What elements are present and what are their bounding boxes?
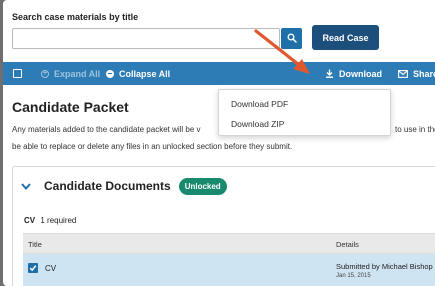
column-header-details: Details bbox=[336, 240, 359, 249]
search-icon bbox=[287, 31, 297, 46]
envelope-icon bbox=[398, 69, 408, 78]
check-icon bbox=[29, 265, 37, 272]
search-label: Search case materials by title bbox=[12, 12, 139, 22]
requirement-label: CV 1 required bbox=[24, 216, 76, 225]
expand-all-button[interactable]: Expand All bbox=[41, 62, 100, 85]
search-input[interactable] bbox=[12, 28, 280, 49]
description-line-1: Any materials added to the candidate pac… bbox=[12, 125, 201, 134]
share-button[interactable]: Share bbox=[398, 62, 435, 85]
download-icon bbox=[325, 69, 334, 78]
row-date: Jan 15, 2015 bbox=[336, 273, 371, 279]
description-tail: to use in the bbox=[395, 125, 435, 134]
menu-item-download-zip[interactable]: Download ZIP bbox=[231, 119, 284, 129]
minus-circle-icon bbox=[106, 69, 114, 78]
toolbar: Expand All Collapse All Download bbox=[3, 62, 435, 85]
column-header-title: Title bbox=[28, 240, 42, 249]
plus-circle-icon bbox=[41, 69, 49, 78]
select-all-checkbox[interactable] bbox=[13, 69, 22, 78]
row-checkbox[interactable] bbox=[28, 263, 38, 273]
description-line-2: be able to replace or delete any files i… bbox=[12, 142, 293, 151]
app-frame: Search case materials by title Read Case… bbox=[3, 0, 435, 286]
requirement-count: 1 required bbox=[40, 216, 77, 225]
download-dropdown-menu: Download PDF Download ZIP bbox=[218, 89, 391, 136]
requirement-name: CV bbox=[24, 216, 36, 225]
table-header: Title Details bbox=[23, 233, 435, 254]
row-title[interactable]: CV bbox=[45, 264, 56, 273]
menu-item-download-pdf[interactable]: Download PDF bbox=[231, 99, 288, 109]
expand-all-label: Expand All bbox=[54, 68, 101, 79]
row-details: Submitted by Michael Bishop bbox=[336, 262, 433, 271]
download-label: Download bbox=[339, 68, 382, 79]
read-case-button[interactable]: Read Case bbox=[312, 25, 379, 50]
section-title: Candidate Documents bbox=[44, 179, 171, 193]
chevron-down-icon[interactable] bbox=[21, 177, 31, 195]
collapse-all-button[interactable]: Collapse All bbox=[106, 62, 170, 85]
page-title: Candidate Packet bbox=[12, 99, 129, 115]
status-badge: Unlocked bbox=[178, 177, 227, 195]
section-header[interactable]: Candidate Documents Unlocked bbox=[13, 175, 227, 197]
download-button[interactable]: Download bbox=[325, 62, 382, 85]
search-button[interactable] bbox=[281, 28, 302, 49]
share-label: Share bbox=[413, 68, 435, 79]
collapse-all-label: Collapse All bbox=[119, 68, 171, 79]
table-row[interactable]: CV Submitted by Michael Bishop Jan 15, 2… bbox=[23, 254, 435, 286]
